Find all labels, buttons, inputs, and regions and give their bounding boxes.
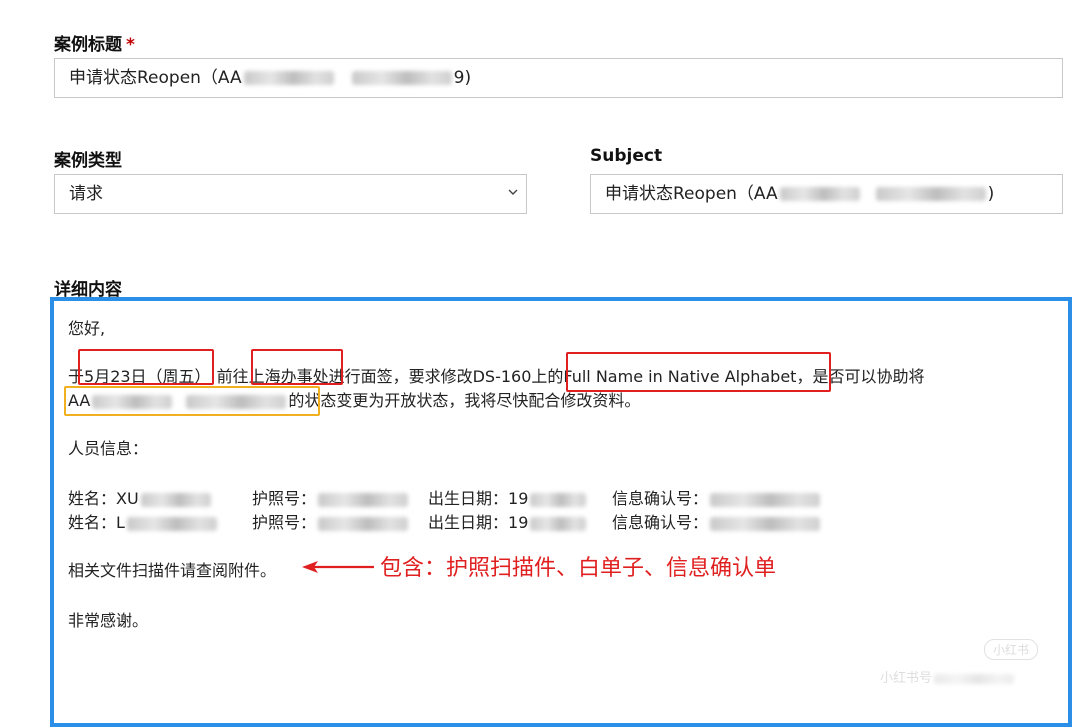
case-type-value: 请求 xyxy=(69,184,103,204)
redacted-text xyxy=(318,492,409,507)
redacted-text xyxy=(318,516,409,531)
thanks-line: 非常感谢。 xyxy=(68,611,149,630)
watermark-badge: 小红书 xyxy=(984,639,1039,660)
name-prefix: XU xyxy=(116,489,139,508)
highlight-box-place xyxy=(251,349,343,385)
redacted-text xyxy=(710,516,821,531)
dob-label: 出生日期： xyxy=(428,513,509,532)
text-segment: 进行面签，要求修改DS-160上的 xyxy=(328,367,564,386)
attachments-line: 相关文件扫描件请查阅附件。 xyxy=(68,561,277,580)
person-row: 姓名：XU 护照号： 出生日期：19 信息确认号： xyxy=(68,485,822,509)
name-prefix: L xyxy=(116,513,125,532)
subject-suffix: ) xyxy=(987,184,995,204)
redacted-text xyxy=(779,187,860,201)
name-label: 姓名： xyxy=(68,489,117,508)
confirmation-label: 信息确认号： xyxy=(612,513,709,532)
redacted-text xyxy=(875,187,986,201)
watermark-label: 小红书号 xyxy=(880,671,933,686)
name-label: 姓名： xyxy=(68,513,117,532)
required-mark: * xyxy=(126,35,135,55)
case-type-select[interactable]: 请求 xyxy=(54,174,527,214)
subject-input[interactable]: 申请状态Reopen（AA) xyxy=(590,174,1063,214)
redacted-text xyxy=(126,516,217,531)
chevron-down-icon xyxy=(508,189,518,195)
subject-label: Subject xyxy=(590,146,663,166)
text-segment: 前往 xyxy=(216,367,249,386)
highlight-box-case-id xyxy=(64,386,320,416)
text-segment: 的状态变更为开放状态，我将尽快配合修改资料。 xyxy=(288,391,641,410)
dob-label: 出生日期： xyxy=(428,489,509,508)
redacted-text xyxy=(140,492,211,507)
redacted-text xyxy=(351,71,452,85)
person-row: 姓名：L 护照号： 出生日期：19 信息确认号： xyxy=(68,509,822,533)
redacted-text xyxy=(530,492,587,507)
redacted-text xyxy=(530,516,587,531)
highlight-box-field xyxy=(566,352,831,392)
redacted-text xyxy=(243,71,334,85)
case-title-label: 案例标题 * xyxy=(54,35,135,55)
case-title-suffix: 9) xyxy=(453,68,472,88)
arrow-left-icon xyxy=(302,561,374,573)
personnel-heading: 人员信息： xyxy=(68,439,149,458)
case-title-prefix: 申请状态Reopen（AA xyxy=(69,68,242,88)
highlight-box-date xyxy=(78,349,214,385)
case-type-label: 案例类型 xyxy=(54,151,122,171)
dob-prefix: 19 xyxy=(508,489,529,508)
redacted-text xyxy=(710,492,821,507)
subject-prefix: 申请状态Reopen（AA xyxy=(605,184,778,204)
details-textarea[interactable]: 您好, 于5月23日（周五） 前往上海办事处进行面签，要求修改DS-160上的Fu… xyxy=(50,297,1072,727)
greeting: 您好, xyxy=(68,319,106,338)
dob-prefix: 19 xyxy=(508,513,529,532)
passport-label: 护照号： xyxy=(252,513,317,532)
redacted-text xyxy=(934,673,1015,684)
case-title-input[interactable]: 申请状态Reopen（AA 9) xyxy=(54,58,1063,98)
passport-label: 护照号： xyxy=(252,489,317,508)
annotation-text: 包含：护照扫描件、白单子、信息确认单 xyxy=(380,556,777,581)
confirmation-label: 信息确认号： xyxy=(612,489,709,508)
watermark-text: 小红书号 xyxy=(880,667,1016,686)
